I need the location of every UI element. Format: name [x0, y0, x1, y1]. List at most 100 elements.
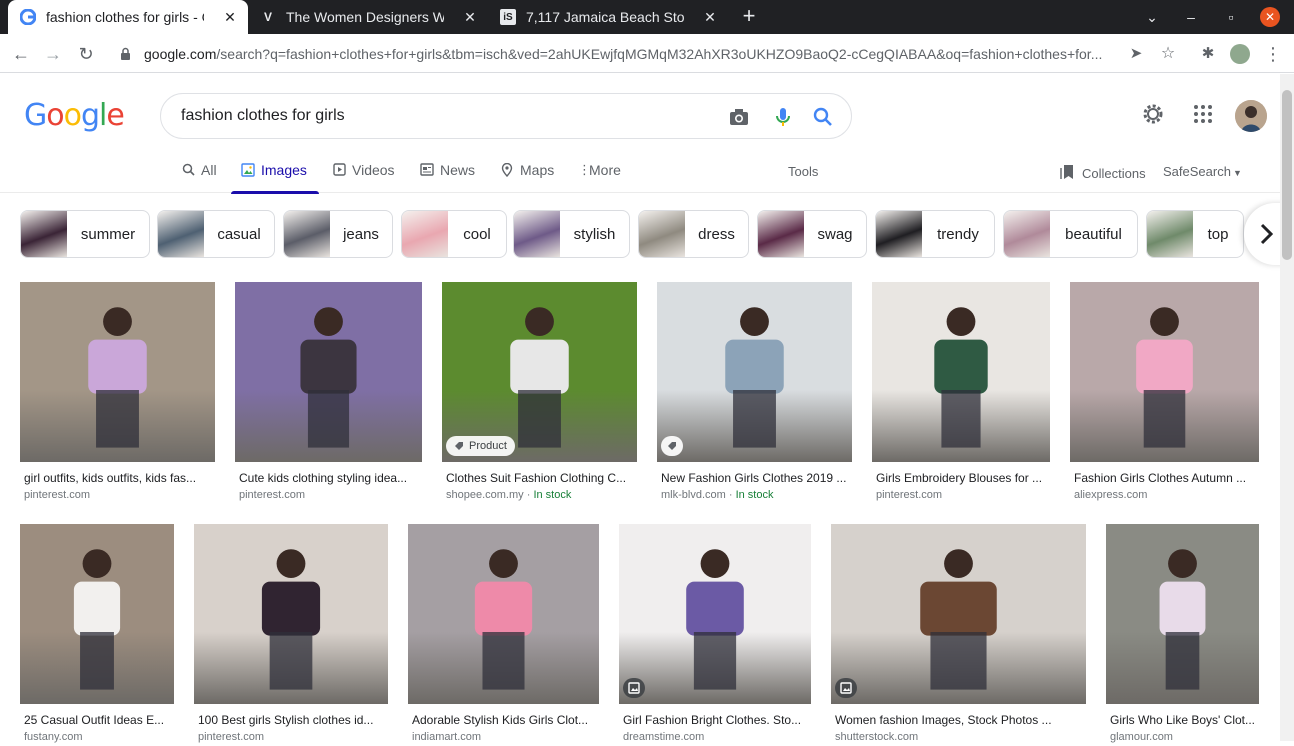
- image-result[interactable]: Cute kids clothing styling idea... pinter…: [235, 282, 422, 504]
- result-source[interactable]: mlk-blvd.com · In stock: [661, 489, 773, 501]
- image-result[interactable]: Girl Fashion Bright Clothes. Sto... dream…: [619, 524, 811, 746]
- tools-button[interactable]: Tools: [788, 164, 818, 179]
- close-tab-icon[interactable]: ✕: [222, 9, 238, 25]
- profile-avatar-icon[interactable]: [1229, 43, 1251, 65]
- result-source[interactable]: aliexpress.com: [1074, 489, 1147, 501]
- chip-stylish[interactable]: stylish: [513, 210, 630, 258]
- chip-swag[interactable]: swag: [757, 210, 867, 258]
- chip-trendy[interactable]: trendy: [875, 210, 995, 258]
- camera-icon[interactable]: [727, 105, 751, 129]
- result-title[interactable]: 100 Best girls Stylish clothes id...: [198, 713, 386, 727]
- image-result[interactable]: Women fashion Images, Stock Photos ... sh…: [831, 524, 1086, 746]
- result-thumbnail[interactable]: [194, 524, 388, 704]
- tab-news[interactable]: News: [420, 162, 475, 178]
- image-result[interactable]: Adorable Stylish Kids Girls Clot... india…: [408, 524, 599, 746]
- source-domain: fustany.com: [24, 731, 83, 743]
- image-result[interactable]: Fashion Girls Clothes Autumn ... aliexpre…: [1070, 282, 1259, 504]
- result-title[interactable]: Women fashion Images, Stock Photos ...: [835, 713, 1084, 727]
- scrollbar-thumb[interactable]: [1282, 90, 1292, 260]
- result-source[interactable]: fustany.com: [24, 731, 83, 743]
- google-logo[interactable]: Google: [24, 98, 125, 133]
- result-thumbnail[interactable]: [1106, 524, 1259, 704]
- result-thumbnail[interactable]: [20, 282, 215, 462]
- chip-jeans[interactable]: jeans: [283, 210, 393, 258]
- settings-gear-icon[interactable]: [1141, 102, 1165, 126]
- result-source[interactable]: dreamstime.com: [623, 731, 704, 743]
- result-thumbnail[interactable]: [235, 282, 422, 462]
- image-result[interactable]: New Fashion Girls Clothes 2019 ... mlk-bl…: [657, 282, 852, 504]
- close-window-icon[interactable]: ✕: [1260, 7, 1280, 27]
- result-source[interactable]: glamour.com: [1110, 731, 1173, 743]
- browser-tab-vogue[interactable]: V The Women Designers Wh ✕: [248, 0, 488, 34]
- tab-images[interactable]: Images: [231, 162, 319, 194]
- send-icon[interactable]: ➤: [1125, 43, 1147, 65]
- result-title[interactable]: 25 Casual Outfit Ideas E...: [24, 713, 172, 727]
- apps-grid-icon[interactable]: [1191, 102, 1215, 126]
- chip-cool[interactable]: cool: [401, 210, 507, 258]
- browser-tab-istock[interactable]: iS 7,117 Jamaica Beach Stoc ✕: [488, 0, 728, 34]
- new-tab-button[interactable]: +: [737, 5, 761, 29]
- chip-casual[interactable]: casual: [157, 210, 275, 258]
- tab-maps[interactable]: Maps: [500, 162, 554, 178]
- person-figure: [1159, 549, 1206, 690]
- collections-button[interactable]: Collections: [1060, 164, 1146, 183]
- result-thumbnail[interactable]: [872, 282, 1050, 462]
- chip-dress[interactable]: dress: [638, 210, 749, 258]
- result-title[interactable]: New Fashion Girls Clothes 2019 ...: [661, 471, 850, 485]
- close-tab-icon[interactable]: ✕: [462, 9, 478, 25]
- search-icon[interactable]: [811, 105, 835, 129]
- search-box[interactable]: fashion clothes for girls: [160, 93, 852, 139]
- restore-icon[interactable]: ▫: [1221, 7, 1241, 27]
- result-title[interactable]: Girls Who Like Boys' Clot...: [1110, 713, 1257, 727]
- result-thumbnail[interactable]: [657, 282, 852, 462]
- extensions-icon[interactable]: ✱: [1197, 43, 1219, 65]
- result-thumbnail[interactable]: [619, 524, 811, 704]
- close-tab-icon[interactable]: ✕: [702, 9, 718, 25]
- browser-menu-icon[interactable]: ⋮: [1262, 43, 1284, 65]
- tab-all[interactable]: All: [181, 162, 217, 178]
- image-result[interactable]: 25 Casual Outfit Ideas E... fustany.com: [20, 524, 174, 746]
- tab-videos[interactable]: Videos: [332, 162, 395, 178]
- search-input[interactable]: fashion clothes for girls: [181, 107, 345, 125]
- address-bar[interactable]: google.com /search?q=fashion+clothes+for…: [108, 38, 1155, 69]
- result-source[interactable]: shopee.com.my · In stock: [446, 489, 571, 501]
- image-result[interactable]: 100 Best girls Stylish clothes id... pint…: [194, 524, 388, 746]
- chip-summer[interactable]: summer: [20, 210, 150, 258]
- tab-search-icon[interactable]: ⌄: [1142, 7, 1162, 27]
- result-source[interactable]: pinterest.com: [876, 489, 942, 501]
- result-title[interactable]: Girl Fashion Bright Clothes. Sto...: [623, 713, 809, 727]
- result-thumbnail[interactable]: [831, 524, 1086, 704]
- result-source[interactable]: pinterest.com: [24, 489, 90, 501]
- minimize-icon[interactable]: –: [1181, 7, 1201, 27]
- safesearch-dropdown[interactable]: SafeSearch ▼: [1163, 164, 1242, 179]
- account-avatar[interactable]: [1235, 100, 1267, 132]
- reload-icon[interactable]: ↻: [75, 43, 97, 65]
- result-source[interactable]: shutterstock.com: [835, 731, 918, 743]
- bookmark-star-icon[interactable]: ☆: [1157, 43, 1179, 65]
- browser-tab-google[interactable]: fashion clothes for girls - G ✕: [8, 0, 248, 34]
- result-title[interactable]: Girls Embroidery Blouses for ...: [876, 471, 1048, 485]
- back-icon[interactable]: ←: [10, 43, 32, 65]
- result-thumbnail[interactable]: [408, 524, 599, 704]
- result-title[interactable]: Clothes Suit Fashion Clothing C...: [446, 471, 635, 485]
- result-source[interactable]: pinterest.com: [198, 731, 264, 743]
- microphone-icon[interactable]: [771, 105, 795, 129]
- image-result[interactable]: Girls Who Like Boys' Clot... glamour.com: [1106, 524, 1259, 746]
- result-title[interactable]: Adorable Stylish Kids Girls Clot...: [412, 713, 597, 727]
- result-source[interactable]: pinterest.com: [239, 489, 305, 501]
- result-thumbnail[interactable]: Product: [442, 282, 637, 462]
- result-thumbnail[interactable]: [1070, 282, 1259, 462]
- result-title[interactable]: girl outfits, kids outfits, kids fas...: [24, 471, 213, 485]
- result-title[interactable]: Fashion Girls Clothes Autumn ...: [1074, 471, 1257, 485]
- tab-more[interactable]: ⋮ More: [578, 162, 621, 178]
- scrollbar[interactable]: [1280, 74, 1294, 741]
- chip-top[interactable]: top: [1146, 210, 1244, 258]
- image-result[interactable]: Product Clothes Suit Fashion Clothing C..…: [442, 282, 637, 504]
- chip-beautiful[interactable]: beautiful: [1003, 210, 1138, 258]
- result-thumbnail[interactable]: [20, 524, 174, 704]
- result-source[interactable]: indiamart.com: [412, 731, 481, 743]
- result-title[interactable]: Cute kids clothing styling idea...: [239, 471, 420, 485]
- image-result[interactable]: Girls Embroidery Blouses for ... pinteres…: [872, 282, 1050, 504]
- image-result[interactable]: girl outfits, kids outfits, kids fas... p…: [20, 282, 215, 504]
- forward-icon[interactable]: →: [42, 43, 64, 65]
